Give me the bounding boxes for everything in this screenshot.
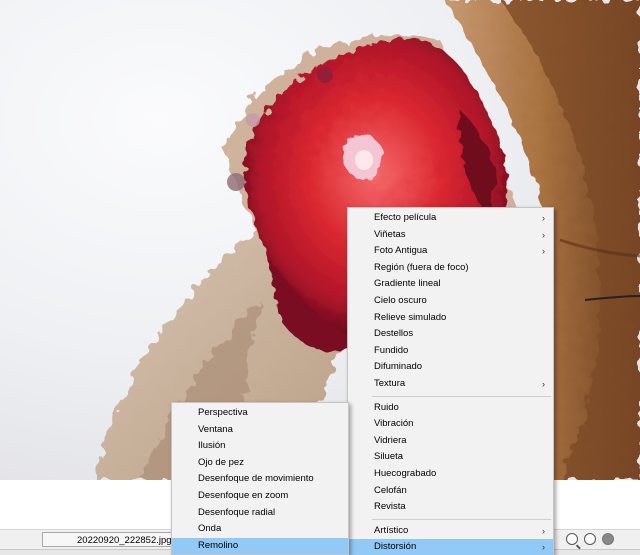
menu-item-fundido[interactable]: Fundido: [348, 343, 553, 360]
submenu-item-desenfoque-movimiento[interactable]: Desenfoque de movimiento: [172, 471, 348, 488]
menu-item-vinetas[interactable]: Viñetas ›: [348, 227, 553, 244]
submenu-item-remolino[interactable]: Remolino: [172, 537, 348, 555]
menu-item-ruido[interactable]: Ruido: [348, 400, 553, 417]
menu-item-silueta[interactable]: Silueta: [348, 449, 553, 466]
menu-item-label: Vidriera: [374, 434, 407, 446]
menu-item-label: Efecto película: [374, 212, 437, 223]
menu-item-vibracion[interactable]: Vibración: [348, 416, 553, 433]
distortion-submenu: Perspectiva Ventana Ilusión Ojo de pez D…: [171, 402, 349, 555]
menu-item-gradiente-lineal[interactable]: Gradiente lineal: [348, 276, 553, 293]
submenu-item-label: Ilusión: [198, 440, 226, 452]
submenu-item-label: Remolino: [198, 539, 239, 551]
menu-item-label: Textura: [374, 377, 406, 389]
submenu-item-label: Ojo de pez: [198, 456, 244, 468]
submenu-item-ojo-de-pez[interactable]: Ojo de pez: [172, 455, 348, 472]
menu-item-label: Artístico: [374, 524, 409, 536]
zoom-icon[interactable]: [566, 533, 578, 545]
menu-item-cielo-oscuro[interactable]: Cielo oscuro: [348, 293, 553, 310]
submenu-item-label: Desenfoque en zoom: [198, 489, 289, 501]
submenu-arrow-icon: ›: [542, 246, 545, 257]
menu-separator: [372, 518, 551, 520]
menu-item-label: Difuminado: [374, 361, 423, 373]
submenu-item-ventana[interactable]: Ventana: [172, 422, 348, 439]
menu-item-efecto-pelicula[interactable]: Efecto película ›: [348, 210, 553, 227]
submenu-item-desenfoque-radial[interactable]: Desenfoque radial: [172, 505, 348, 522]
menu-item-label: Destellos: [374, 328, 414, 340]
menu-item-foto-antigua[interactable]: Foto Antigua ›: [348, 243, 553, 260]
submenu-item-ilusion[interactable]: Ilusión: [172, 438, 348, 455]
menu-item-label: Fundido: [374, 344, 409, 356]
submenu-item-onda[interactable]: Onda: [172, 521, 348, 538]
menu-item-destellos[interactable]: Destellos: [348, 326, 553, 343]
info-icon[interactable]: [602, 533, 614, 545]
menu-item-label: Vibración: [374, 418, 414, 430]
menu-item-artistico[interactable]: Artístico ›: [348, 523, 553, 540]
submenu-item-label: Desenfoque radial: [198, 506, 276, 518]
effects-context-menu: Efecto película › Viñetas › Foto Antigua…: [347, 207, 554, 555]
submenu-arrow-icon: ›: [542, 525, 545, 536]
menu-item-label: Huecograbado: [374, 467, 437, 479]
menu-item-label: Viñetas: [374, 228, 406, 240]
submenu-arrow-icon: ›: [542, 378, 545, 389]
menu-item-label: Distorsión: [374, 541, 417, 553]
menu-separator: [372, 395, 551, 397]
menu-item-label: Región (fuera de foco): [374, 261, 469, 273]
submenu-item-label: Desenfoque de movimiento: [198, 473, 314, 485]
menu-item-huecograbado[interactable]: Huecograbado: [348, 466, 553, 483]
menu-item-label: Silueta: [374, 451, 404, 463]
menu-item-distorsion[interactable]: Distorsión ›: [348, 539, 553, 555]
submenu-item-desenfoque-zoom[interactable]: Desenfoque en zoom: [172, 488, 348, 505]
menu-item-label: Gradiente lineal: [374, 278, 441, 290]
menu-item-label: Relieve simulado: [374, 311, 447, 323]
menu-item-revista[interactable]: Revista: [348, 499, 553, 516]
submenu-item-perspectiva[interactable]: Perspectiva: [172, 405, 348, 422]
menu-item-label: Ruido: [374, 401, 399, 413]
submenu-arrow-icon: ›: [542, 542, 545, 553]
submenu-arrow-icon: ›: [542, 229, 545, 240]
rotate-icon[interactable]: [584, 533, 596, 545]
menu-item-vidriera[interactable]: Vidriera: [348, 433, 553, 450]
menu-item-label: Foto Antigua: [374, 245, 428, 257]
submenu-item-label: Onda: [198, 523, 222, 535]
menu-item-celofan[interactable]: Celofán: [348, 483, 553, 500]
submenu-arrow-icon: ›: [542, 213, 545, 223]
status-left-panel: [0, 532, 38, 548]
submenu-item-label: Perspectiva: [198, 407, 248, 418]
menu-item-relieve-simulado[interactable]: Relieve simulado: [348, 310, 553, 327]
menu-item-difuminado[interactable]: Difuminado: [348, 359, 553, 376]
menu-item-region[interactable]: Región (fuera de foco): [348, 260, 553, 277]
menu-item-textura[interactable]: Textura ›: [348, 376, 553, 393]
menu-item-label: Cielo oscuro: [374, 294, 427, 306]
menu-item-label: Revista: [374, 501, 406, 513]
menu-item-label: Celofán: [374, 484, 407, 496]
submenu-item-label: Ventana: [198, 423, 233, 435]
